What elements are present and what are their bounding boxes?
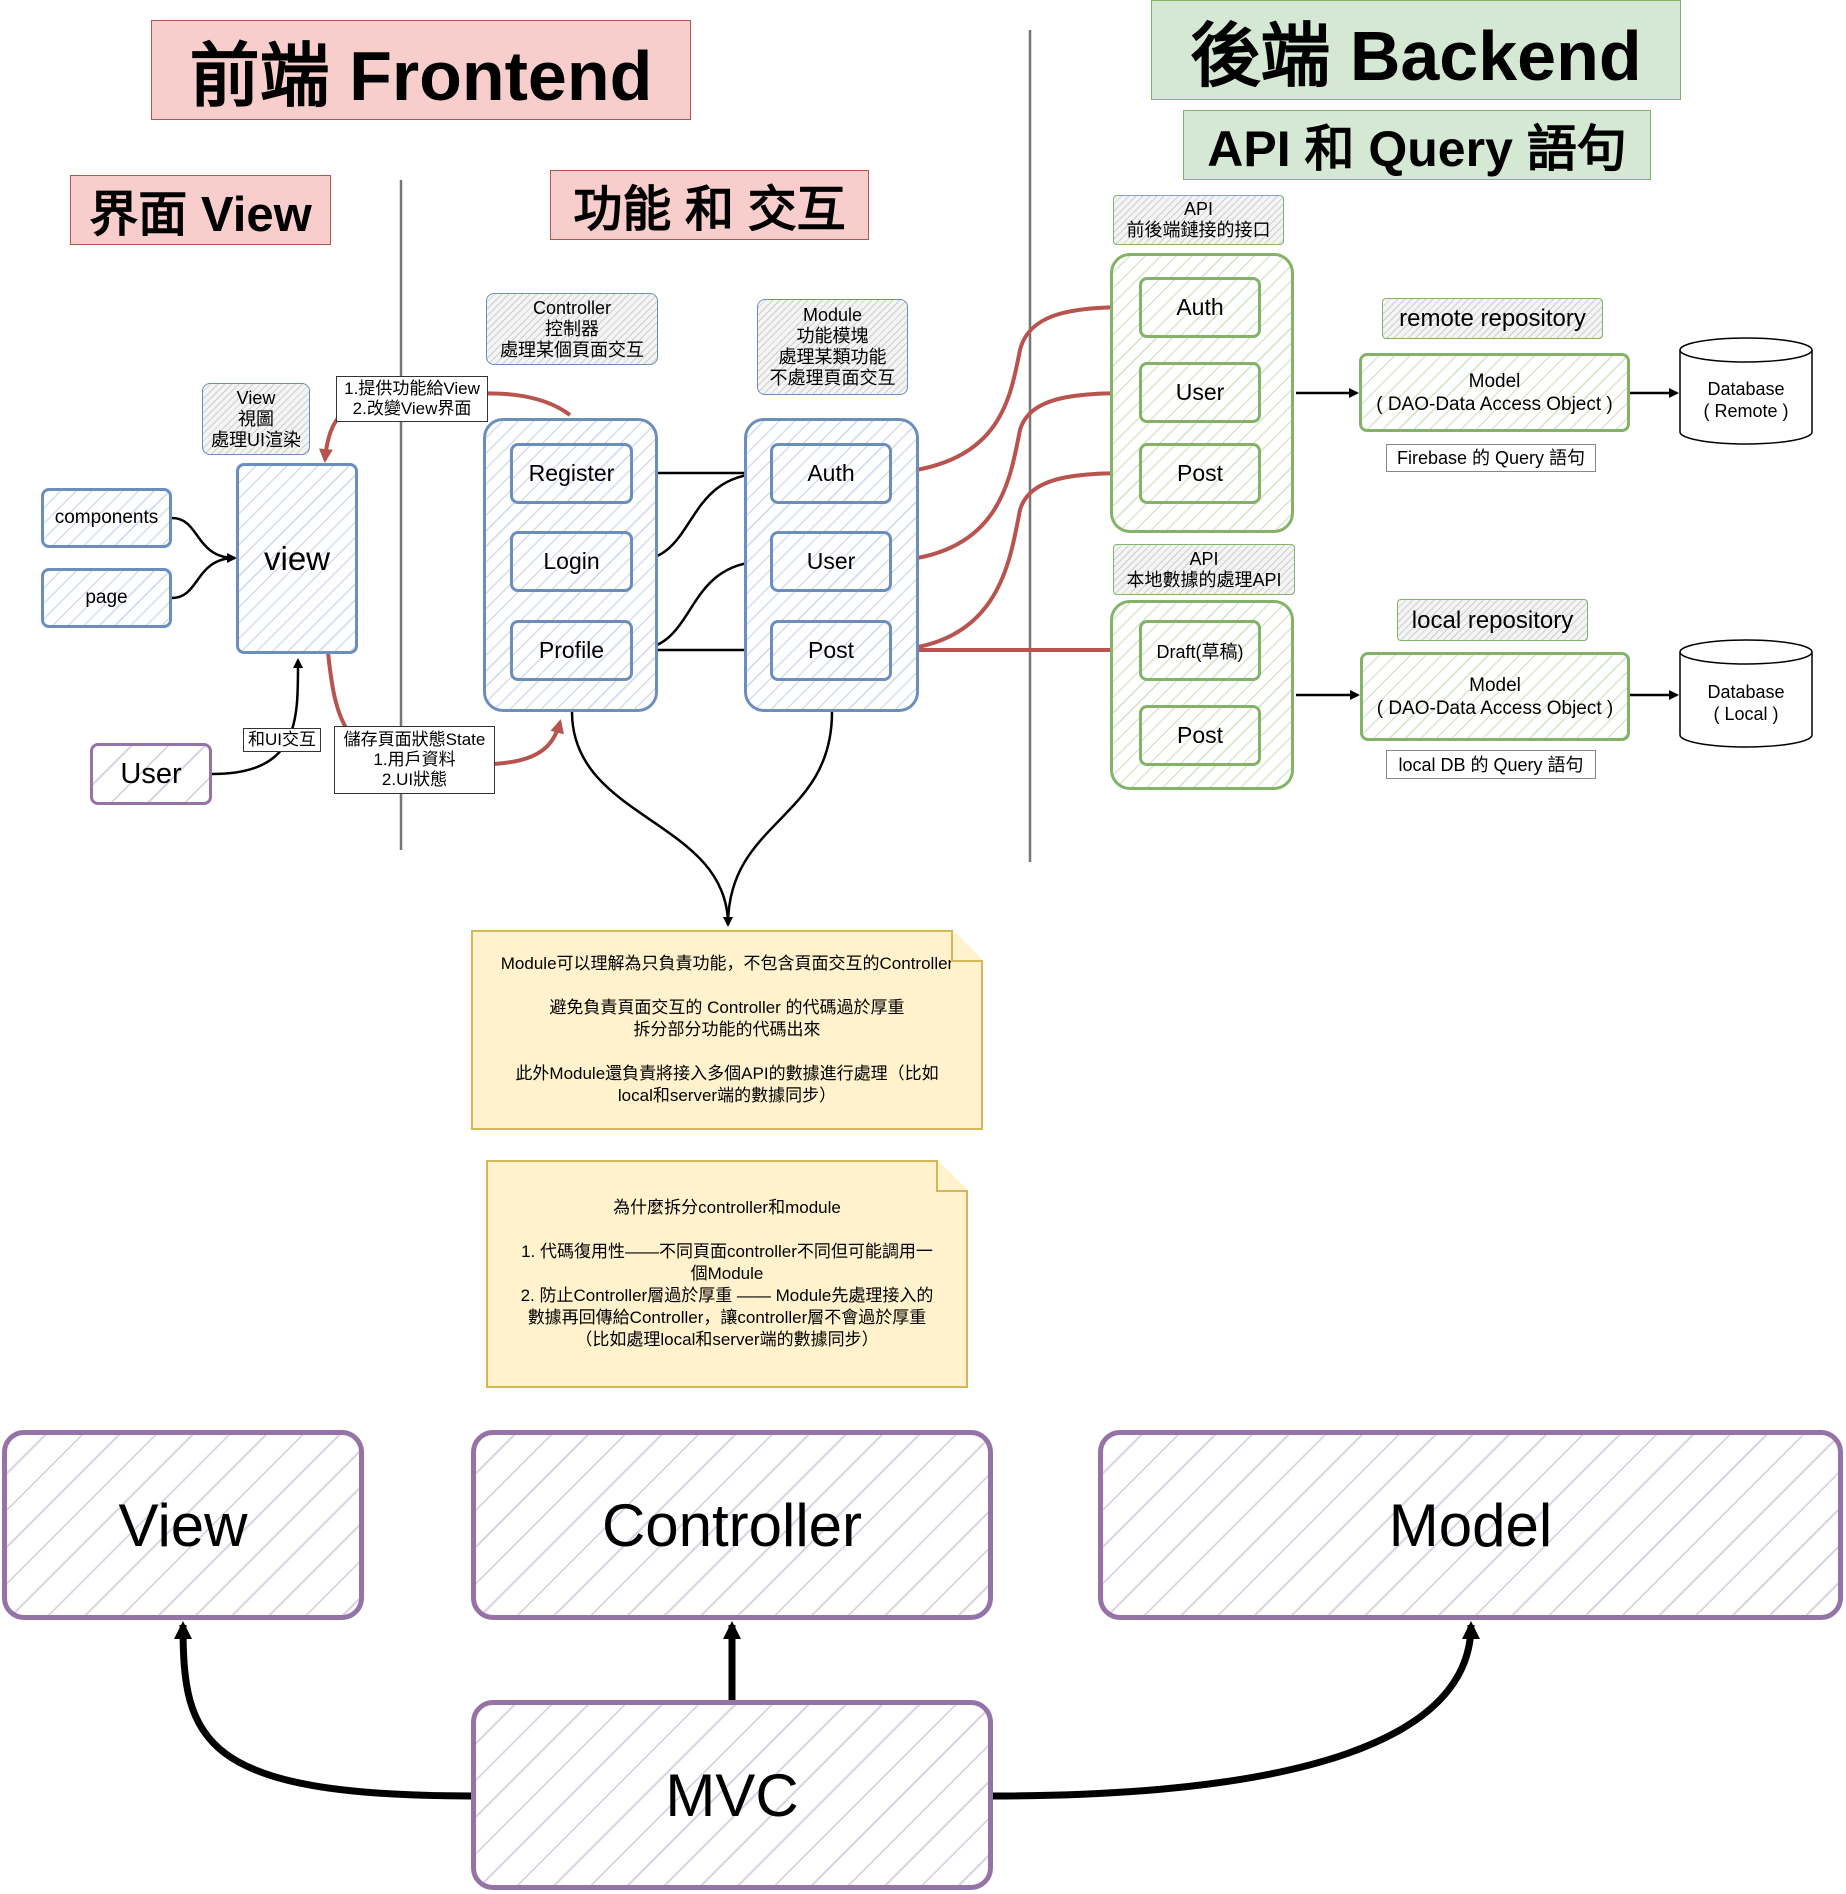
controller-label-line3: 處理某個頁面交互	[500, 339, 644, 360]
local-model-title: Model	[1469, 674, 1521, 696]
database-local[interactable]: Database ( Local )	[1680, 668, 1812, 738]
remote-repository-label: remote repository	[1382, 298, 1603, 339]
api-local-label-line1: API	[1189, 548, 1219, 569]
controller-register[interactable]: Register	[510, 443, 633, 504]
view-label-line3: 處理UI渲染	[211, 429, 301, 450]
firebase-query-label: Firebase 的 Query 語句	[1386, 444, 1596, 472]
provide-edge-line1: 1.提供功能給View	[344, 379, 480, 398]
api-remote-label-line2: 前後端鏈接的接口	[1126, 220, 1271, 240]
note1-line3: 避免負責頁面交互的 Controller 的代碼過於厚重	[549, 998, 905, 1017]
store-state-line1: 儲存頁面狀態State	[343, 730, 486, 749]
api-remote-post[interactable]: Post	[1139, 443, 1261, 504]
api-remote-user[interactable]: User	[1139, 362, 1261, 423]
remote-model-subtitle: ( DAO-Data Access Object )	[1376, 393, 1613, 415]
note2-line5: 2. 防止Controller層過於厚重 —— Module先處理接入的	[520, 1286, 934, 1305]
note-module-explanation: Module可以理解為只負責功能，不包含頁面交互的Controller 避免負責…	[471, 930, 983, 1130]
note2-line3: 1. 代碼復用性——不同頁面controller不同但可能調用一	[521, 1242, 933, 1261]
provide-edge-label: 1.提供功能給View 2.改變View界面	[336, 376, 488, 422]
remote-model-title: Model	[1468, 370, 1521, 392]
page-box[interactable]: page	[41, 568, 172, 628]
note2-line4: 個Module	[690, 1264, 764, 1283]
api-local-label-tag: API 本地數據的處理API	[1113, 544, 1295, 595]
api-remote-label-tag: API 前後端鏈接的接口	[1113, 195, 1284, 245]
note2-line6: 數據再回傳給Controller，讓controller層不會過於厚重	[527, 1308, 927, 1327]
api-local-draft[interactable]: Draft(草稿)	[1139, 620, 1261, 681]
controller-login[interactable]: Login	[510, 531, 633, 592]
module-label-line4: 不處理頁面交互	[769, 368, 896, 388]
note-why-split: 為什麼拆分controller和module 1. 代碼復用性——不同頁面con…	[486, 1160, 968, 1388]
module-label-line2: 功能模塊	[796, 326, 869, 346]
database-remote-title: Database	[1707, 379, 1785, 399]
store-state-line3: 2.UI狀態	[381, 770, 448, 789]
controller-label-line2: 控制器	[545, 318, 599, 339]
function-section-title: 功能 和 交互	[550, 170, 869, 240]
backend-title: 後端 Backend	[1151, 0, 1681, 100]
mvc-view-box[interactable]: View	[2, 1430, 364, 1620]
database-remote-subtitle: ( Remote )	[1703, 401, 1789, 421]
note2-line1: 為什麼拆分controller和module	[613, 1198, 841, 1217]
note1-line7: local和server端的數據同步）	[617, 1086, 837, 1105]
view-label-line1: View	[236, 387, 276, 408]
store-state-edge-label: 儲存頁面狀態State 1.用戶資料 2.UI狀態	[334, 726, 495, 794]
database-remote[interactable]: Database ( Remote )	[1680, 365, 1812, 435]
remote-model-box[interactable]: Model ( DAO-Data Access Object )	[1359, 353, 1630, 432]
frontend-title: 前端 Frontend	[151, 20, 691, 120]
module-auth[interactable]: Auth	[770, 443, 892, 504]
mvc-controller-box[interactable]: Controller	[471, 1430, 993, 1620]
api-remote-label-line1: API	[1183, 199, 1213, 219]
backend-subtitle: API 和 Query 語句	[1183, 110, 1651, 180]
ui-interact-edge-label: 和UI交互	[243, 728, 321, 752]
api-local-post[interactable]: Post	[1139, 705, 1261, 766]
view-label-line2: 視圖	[238, 408, 274, 429]
view-label-tag: View 視圖 處理UI渲染	[202, 383, 310, 455]
local-db-query-label: local DB 的 Query 語句	[1386, 750, 1596, 779]
controller-label-line1: Controller	[532, 297, 612, 318]
provide-edge-line2: 2.改變View界面	[352, 399, 472, 418]
module-user[interactable]: User	[770, 531, 892, 592]
note1-line1: Module可以理解為只負責功能，不包含頁面交互的Controller	[500, 954, 954, 973]
controller-label-tag: Controller 控制器 處理某個頁面交互	[486, 293, 658, 365]
module-label-line3: 處理某類功能	[778, 347, 887, 367]
components-box[interactable]: components	[41, 488, 172, 548]
view-box[interactable]: view	[236, 463, 358, 654]
local-model-box[interactable]: Model ( DAO-Data Access Object )	[1360, 652, 1630, 741]
controller-profile[interactable]: Profile	[510, 620, 633, 681]
api-local-label-line2: 本地數據的處理API	[1126, 569, 1282, 590]
note2-line7: （比如處理local和server端的數據同步）	[575, 1330, 879, 1349]
store-state-line2: 1.用戶資料	[373, 750, 456, 769]
module-label-tag: Module 功能模塊 處理某類功能 不處理頁面交互	[757, 299, 908, 395]
view-section-title: 界面 View	[70, 175, 331, 245]
database-local-title: Database	[1707, 682, 1785, 702]
user-box[interactable]: User	[90, 743, 212, 805]
note-fold-corner	[951, 930, 983, 962]
note-fold-corner	[936, 1160, 968, 1192]
mvc-model-box[interactable]: Model	[1098, 1430, 1843, 1620]
note1-line6: 此外Module還負責將接入多個API的數據進行處理（比如	[515, 1064, 939, 1083]
module-post[interactable]: Post	[770, 620, 892, 681]
database-local-subtitle: ( Local )	[1713, 704, 1779, 724]
local-repository-label: local repository	[1397, 599, 1588, 641]
mvc-root-box[interactable]: MVC	[471, 1700, 993, 1890]
note1-line4: 拆分部分功能的代碼出來	[633, 1020, 821, 1039]
api-remote-auth[interactable]: Auth	[1139, 277, 1261, 338]
local-model-subtitle: ( DAO-Data Access Object )	[1376, 697, 1614, 719]
module-label-line1: Module	[802, 305, 863, 325]
